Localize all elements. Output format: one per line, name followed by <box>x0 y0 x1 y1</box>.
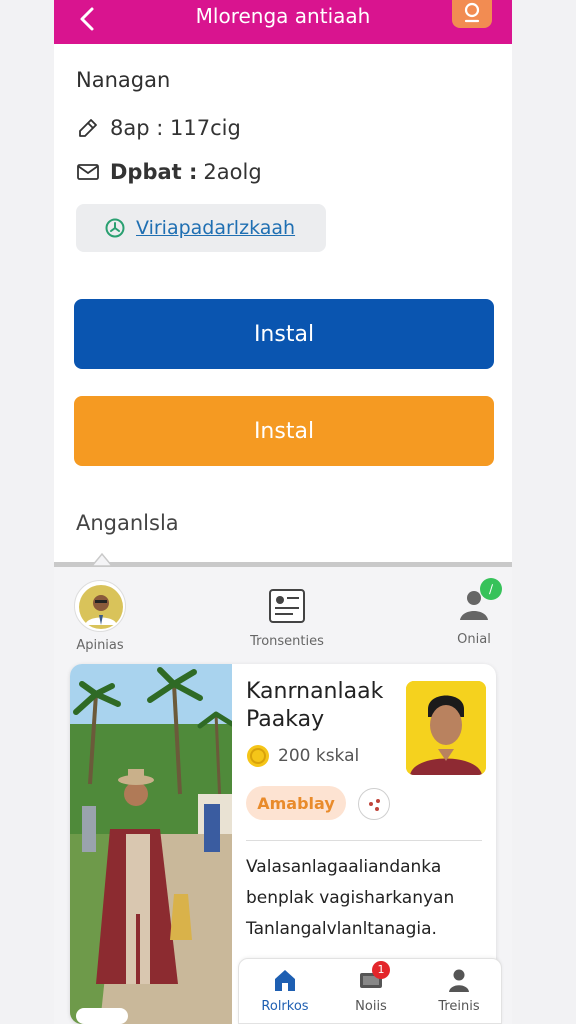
person-photo-icon <box>79 585 123 629</box>
mail-icon <box>77 164 99 180</box>
tab-apinias[interactable]: Apinias <box>72 580 128 653</box>
detail-row-label: Dpbat : <box>110 160 198 184</box>
nav-label: Treinis <box>438 999 480 1014</box>
bottom-navigation: Rolrkos 1 Noiis Treinis <box>238 958 502 1024</box>
profile-description: Valasanlagaaliandanka benplak vagisharka… <box>246 857 455 939</box>
search-button[interactable] <box>452 0 492 28</box>
edit-badge-icon: ∕ <box>480 578 502 600</box>
nav-item-profile[interactable]: Treinis <box>419 967 499 1014</box>
profile-photo <box>70 664 232 1024</box>
tab-onial[interactable]: ∕ Onial <box>449 578 502 647</box>
points-value: 200 kskal <box>278 746 360 766</box>
detail-row-size: 8ap : 117cig <box>76 116 241 140</box>
portrait-image <box>406 681 486 775</box>
tab-tronsenties[interactable]: Tronsenties <box>242 586 332 649</box>
details-heading: Nanagan <box>76 68 171 92</box>
header-bar: Mlorenga antiaah <box>54 0 512 44</box>
card-divider <box>246 840 482 841</box>
nav-label: Rolrkos <box>261 999 309 1014</box>
edit-icon <box>79 119 97 137</box>
avatar <box>74 580 126 632</box>
search-icon <box>464 2 480 23</box>
install-button-primary[interactable]: Instal <box>74 299 494 369</box>
dots-icon <box>369 799 380 811</box>
nav-item-notifications[interactable]: 1 Noiis <box>331 961 411 1014</box>
detail-row-value: 8ap : 117cig <box>110 116 241 140</box>
points-row: 200 kskal <box>246 744 359 768</box>
more-options-button[interactable] <box>358 788 390 820</box>
home-icon <box>275 970 295 991</box>
install-button-secondary[interactable]: Instal <box>74 396 494 466</box>
user-icon <box>449 969 469 992</box>
lower-section-heading: Anganlsla <box>76 511 179 535</box>
notification-badge: 1 <box>372 961 390 979</box>
id-card-icon <box>269 589 305 623</box>
pointer-notch <box>92 552 112 566</box>
nav-label: Noiis <box>355 999 387 1014</box>
availability-badge[interactable]: Amablay <box>246 786 346 820</box>
website-link-chip[interactable]: Viriapadarlzkaah <box>76 204 326 252</box>
back-arrow-icon[interactable] <box>76 6 100 34</box>
coin-icon <box>247 745 269 767</box>
tab-label: Tronsenties <box>250 634 324 649</box>
tab-label: Onial <box>457 632 491 647</box>
section-divider <box>54 562 512 567</box>
detail-row-value: 2aolg <box>203 160 262 184</box>
profile-portrait <box>406 681 486 775</box>
tab-label: Apinias <box>76 638 124 653</box>
nav-item-home[interactable]: Rolrkos <box>245 967 325 1014</box>
website-link[interactable]: Viriapadarlzkaah <box>136 217 295 239</box>
detail-row-update: Dpbat : 2aolg <box>76 160 262 184</box>
profile-name: Kanrnanlaak Paakay <box>246 679 384 732</box>
page-title: Mlorenga antiaah <box>195 4 371 28</box>
clock-icon <box>105 218 125 238</box>
app-screen: Mlorenga antiaah Nanagan 8ap : 117cig Dp… <box>54 0 512 1024</box>
